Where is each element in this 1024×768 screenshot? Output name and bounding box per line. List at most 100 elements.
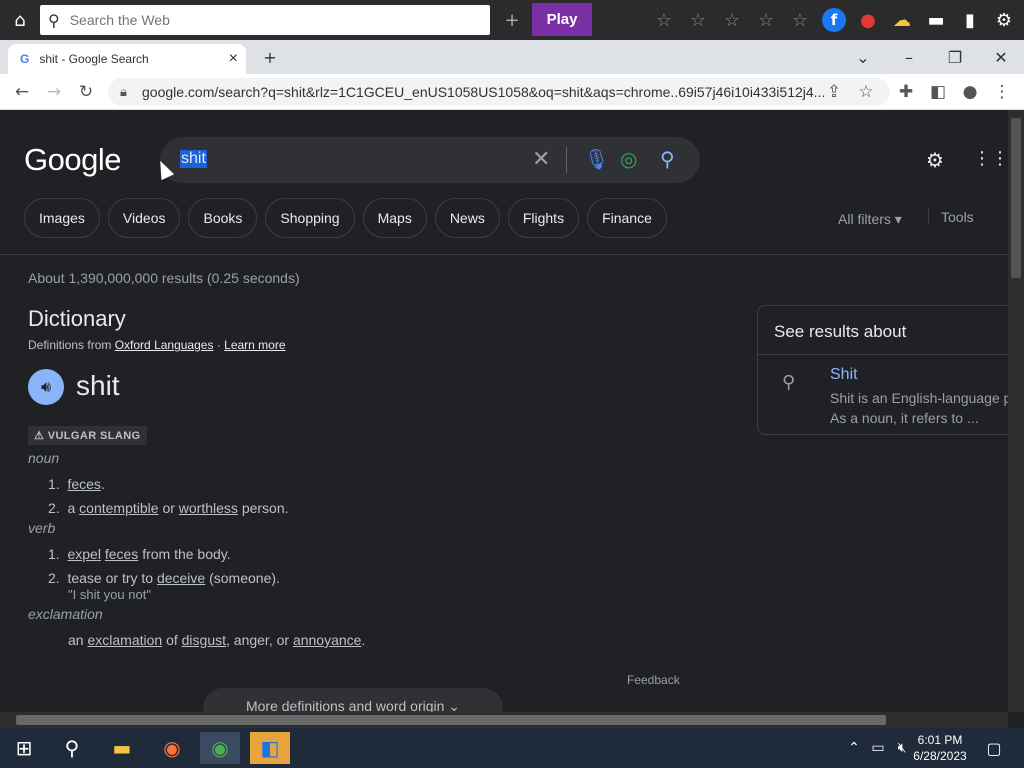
chip-news[interactable]: News [434,198,500,238]
star-icon[interactable]: ☆ [788,8,812,32]
def-number: 2. [48,500,60,516]
verb-definition-2: 2. tease or try to deceive (someone). [48,570,280,586]
feedback-link[interactable]: Feedback [627,673,680,687]
menu-icon[interactable]: ⋮ [990,80,1014,104]
close-window-button[interactable]: ✕ [984,44,1018,70]
chip-videos[interactable]: Videos [107,198,181,238]
star-icon[interactable]: ☆ [652,8,676,32]
back-icon[interactable]: ← [10,80,34,104]
def-link[interactable]: expel [67,546,100,562]
star-icon[interactable]: ☆ [720,8,744,32]
lens-icon[interactable]: ◎ [620,147,637,171]
search-icon: ⚲ [782,372,796,393]
minimize-button[interactable]: – [892,44,926,70]
learn-more-link[interactable]: Learn more [224,338,285,352]
definitions-source: Definitions from Oxford Languages · Lear… [28,338,286,352]
side-panel-link[interactable]: Shit [830,366,858,384]
bookmark-star-icon[interactable]: ☆ [854,80,878,104]
tab-close-button[interactable]: × [229,50,238,68]
apps-grid-icon[interactable]: ⋮⋮⋮ [973,148,1008,169]
url-text: google.com/search?q=shit&rlz=1C1GCEU_enU… [142,84,826,100]
def-link[interactable]: disgust [182,632,226,648]
chip-images[interactable]: Images [24,198,100,238]
plus-icon[interactable]: + [500,8,524,32]
folder-icon[interactable]: ▬ [924,8,948,32]
windows-start-icon[interactable]: ⊞ [4,732,44,764]
firefox-icon[interactable]: ◉ [152,732,192,764]
def-text: person. [241,500,289,516]
extensions-icon[interactable]: ✚ [894,80,918,104]
notifications-icon[interactable]: ▢ [974,732,1014,764]
chip-finance[interactable]: Finance [587,198,667,238]
taskbar: ⊞ ⚲ ▬ ◉ ◉ ◧ ⌃ ▭ 🔇︎ 6:01 PM 6/28/2023 ▢ [0,728,1024,768]
trash-icon[interactable]: ▮ [958,8,982,32]
facebook-icon[interactable]: f [822,8,846,32]
chip-books[interactable]: Books [188,198,258,238]
def-link[interactable]: deceive [157,570,205,586]
home-icon[interactable]: ⌂ [8,8,32,32]
def-link[interactable]: worthless [179,500,238,516]
address-bar[interactable]: 🔒︎ google.com/search?q=shit&rlz=1C1GCEU_… [108,78,890,106]
chrome-icon[interactable]: ◉ [200,732,240,764]
horizontal-scroll-thumb[interactable] [16,715,886,725]
play-button[interactable]: Play [532,3,592,36]
tab-title: shit - Google Search [39,52,149,66]
file-explorer-icon[interactable]: ▬ [102,732,142,764]
system-clock[interactable]: 6:01 PM 6/28/2023 [912,732,968,764]
gear-icon[interactable]: ⚙ [992,8,1016,32]
noun-definition-2: 2. a contemptible or worthless person. [48,500,289,516]
web-search-input[interactable] [69,12,470,28]
search-icon[interactable]: ⚲ [52,732,92,764]
reload-icon[interactable]: ↻ [74,80,98,104]
dictionary-heading: Dictionary [28,306,126,331]
source-dot: · [216,338,221,352]
speaker-icon[interactable]: 🔊︎ [28,369,64,405]
tools-button[interactable]: Tools [928,209,974,225]
all-filters-button[interactable]: All filters ▾ [838,211,902,228]
google-search-box[interactable]: shit ✕ 🎙︎ ◎ ⚲ [160,137,700,183]
restore-button[interactable]: ❐ [938,44,972,70]
browser-tab[interactable]: G shit - Google Search × [8,44,246,74]
search-query[interactable]: shit [180,150,207,168]
profile-icon[interactable]: ● [958,80,982,104]
see-results-about-panel: See results about ⚲ Shit Shit is an Engl… [757,305,1008,435]
share-icon[interactable]: ⇪ [822,80,846,104]
ladybug-icon[interactable]: ● [856,8,880,32]
chip-shopping[interactable]: Shopping [265,198,355,238]
chip-flights[interactable]: Flights [507,198,580,238]
side-panel-icon[interactable]: ◧ [926,80,950,104]
web-search-box[interactable]: ⚲ [40,5,490,35]
tab-search-icon[interactable]: ⌄ [846,44,880,70]
def-text: a [67,500,76,516]
search-icon[interactable]: ⚲ [660,147,675,171]
star-icon[interactable]: ☆ [754,8,778,32]
verb-definition-1: 1. expel feces from the body. [48,546,231,562]
forward-icon[interactable]: → [42,80,66,104]
clock-time: 6:01 PM [917,733,963,747]
def-text: of [166,632,178,648]
tab-strip: G shit - Google Search × + ⌄ – ❐ ✕ [0,40,1024,74]
star-icon[interactable]: ☆ [686,8,710,32]
horizontal-scrollbar[interactable] [0,712,1008,728]
def-link[interactable]: contemptible [79,500,158,516]
new-tab-button[interactable]: + [253,44,287,70]
header-divider [0,254,1008,255]
app-icon[interactable]: ◧ [250,732,290,764]
clear-icon[interactable]: ✕ [532,147,550,172]
def-link[interactable]: feces [67,476,100,492]
vertical-scroll-thumb[interactable] [1011,118,1021,278]
oxford-languages-link[interactable]: Oxford Languages [115,338,214,352]
def-link[interactable]: exclamation [87,632,162,648]
search-icon: ⚲ [48,10,60,30]
weather-icon[interactable]: ☁ [890,8,914,32]
def-link[interactable]: annoyance [293,632,362,648]
chip-maps[interactable]: Maps [362,198,427,238]
microphone-icon[interactable]: 🎙︎ [584,147,609,171]
def-text: tease or try to [67,570,154,586]
vertical-scrollbar[interactable] [1008,110,1024,712]
settings-icon[interactable]: ⚙ [926,148,944,172]
side-panel-desc: Shit is an English-language p [830,390,1008,406]
more-definitions-button[interactable]: More definitions and word origin ⌄ [203,688,503,712]
google-logo[interactable]: Google [24,142,121,178]
def-link[interactable]: feces [105,546,138,562]
